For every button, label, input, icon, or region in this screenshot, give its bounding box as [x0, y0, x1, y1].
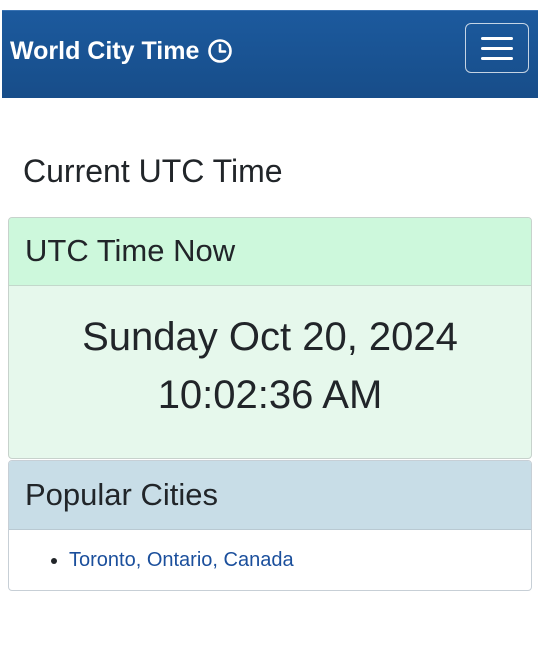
brand-title: World City Time — [10, 37, 200, 65]
hamburger-menu-icon-bar — [481, 46, 513, 50]
utc-card-header: UTC Time Now — [9, 218, 531, 286]
utc-card-body: Sunday Oct 20, 2024 10:02:36 AM — [9, 286, 531, 424]
popular-cities-header: Popular Cities — [9, 461, 531, 530]
clock-icon — [207, 38, 233, 64]
brand-link[interactable]: World City Time — [10, 35, 233, 67]
navbar: World City Time — [2, 10, 538, 98]
utc-date: Sunday Oct 20, 2024 — [82, 315, 458, 359]
city-list: Toronto, Ontario, Canada — [9, 546, 531, 574]
utc-time-card: UTC Time Now Sunday Oct 20, 2024 10:02:3… — [8, 217, 532, 459]
list-item: Toronto, Ontario, Canada — [69, 546, 531, 574]
hamburger-menu-icon-bar — [481, 56, 513, 60]
utc-time: 10:02:36 AM — [157, 373, 383, 417]
popular-cities-card: Popular Cities Toronto, Ontario, Canada — [8, 460, 532, 591]
page-title: Current UTC Time — [23, 153, 283, 189]
menu-toggle-button[interactable] — [465, 23, 529, 73]
hamburger-menu-icon — [481, 36, 513, 40]
city-link-toronto[interactable]: Toronto, Ontario, Canada — [69, 549, 294, 571]
